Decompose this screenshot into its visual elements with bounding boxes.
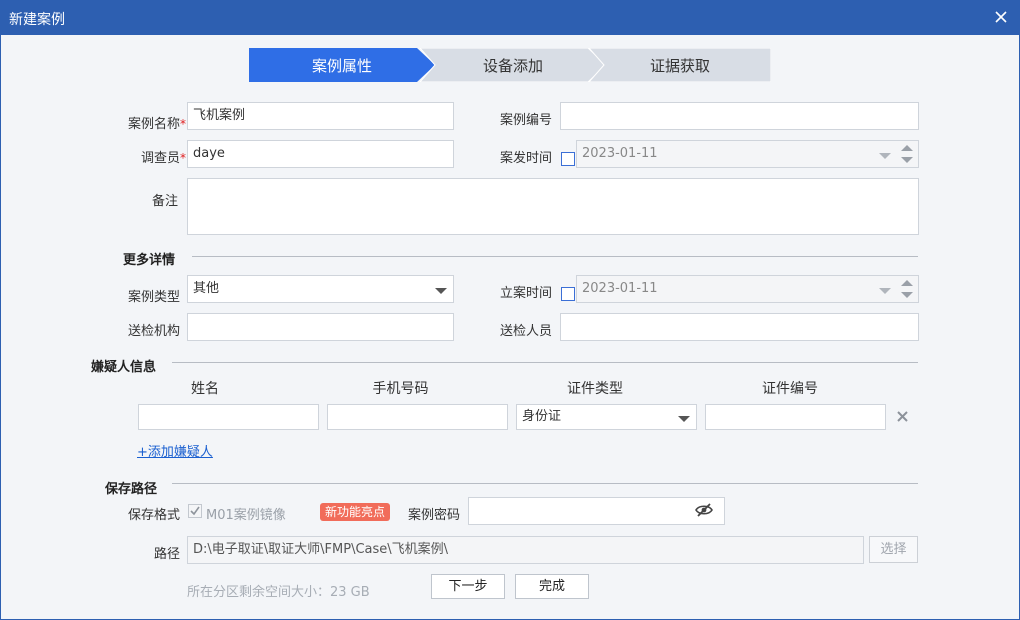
suspect-title: 嫌疑人信息 [91, 360, 157, 375]
required-mark: * [180, 151, 186, 165]
chevron-down-icon[interactable] [879, 288, 891, 294]
filing-time-value: 2023-01-11 [582, 281, 658, 296]
case-password-label: 案例密码 [407, 508, 460, 523]
submitter-label: 送检人员 [499, 324, 552, 339]
incident-time-label: 案发时间 [499, 151, 552, 166]
path-label: 路径 [153, 547, 180, 562]
suspect-id-type-select[interactable]: 身份证 [516, 404, 697, 430]
save-format-label: 保存格式 [127, 508, 180, 523]
title-bar: 新建案例 [0, 0, 1020, 35]
remark-textarea[interactable] [187, 178, 919, 235]
filing-time-label: 立案时间 [499, 286, 552, 301]
section-divider [172, 362, 918, 363]
required-mark: * [180, 117, 186, 131]
format-option-label: M01案例镜像 [206, 508, 286, 523]
submit-org-label: 送检机构 [127, 324, 180, 339]
case-type-value: 其他 [193, 281, 220, 296]
free-space-text: 所在分区剩余空间大小：23 GB [187, 585, 370, 600]
more-details-title: 更多详情 [123, 253, 176, 268]
save-path-title: 保存路径 [105, 482, 158, 497]
chevron-down-icon[interactable] [435, 288, 447, 294]
incident-time-checkbox[interactable] [561, 152, 575, 166]
id-type-value: 身份证 [522, 409, 562, 424]
chevron-down-icon[interactable] [879, 153, 891, 159]
suspect-phone-input[interactable] [327, 404, 508, 430]
case-password-input[interactable] [468, 497, 725, 525]
case-type-label: 案例类型 [127, 290, 180, 305]
case-type-select[interactable]: 其他 [187, 275, 454, 303]
close-icon[interactable] [994, 10, 1008, 24]
incident-time-picker[interactable]: 2023-01-11 [576, 140, 919, 168]
spin-down-icon[interactable] [901, 292, 913, 298]
col-name: 姓名 [191, 381, 219, 397]
window-title: 新建案例 [9, 12, 65, 28]
case-number-label: 案例编号 [499, 113, 552, 128]
step-label: 设备添加 [482, 56, 543, 75]
step-label: 证据获取 [649, 56, 710, 75]
section-divider [192, 256, 918, 257]
col-phone: 手机号码 [372, 381, 429, 397]
remark-label: 备注 [151, 194, 178, 209]
case-name-label: 案例名称* [127, 117, 186, 132]
step-label: 案例属性 [311, 56, 372, 75]
finish-button[interactable]: 完成 [515, 574, 589, 599]
investigator-label: 调查员* [140, 151, 186, 166]
submit-org-input[interactable] [187, 313, 454, 341]
case-number-input[interactable] [560, 102, 919, 130]
next-button[interactable]: 下一步 [431, 574, 505, 599]
new-feature-badge: 新功能亮点 [320, 503, 391, 521]
suspect-id-number-input[interactable] [705, 404, 886, 430]
remove-row-icon[interactable] [897, 411, 908, 422]
submitter-input[interactable] [560, 313, 919, 341]
path-input[interactable]: D:\电子取证\取证大师\FMP\Case\飞机案例\ [187, 536, 864, 564]
suspect-name-input[interactable] [138, 404, 319, 430]
col-id-number: 证件编号 [762, 381, 818, 397]
incident-time-value: 2023-01-11 [582, 146, 658, 161]
col-id-type: 证件类型 [567, 381, 623, 397]
checkmark-icon[interactable] [188, 504, 202, 518]
step-case-properties[interactable]: 案例属性 [249, 48, 435, 82]
spin-down-icon[interactable] [901, 157, 913, 163]
investigator-input[interactable]: daye [187, 140, 454, 168]
eye-off-icon[interactable] [695, 503, 713, 517]
filing-time-checkbox[interactable] [561, 287, 575, 301]
spin-up-icon[interactable] [901, 280, 913, 286]
spin-up-icon[interactable] [901, 145, 913, 151]
filing-time-picker[interactable]: 2023-01-11 [576, 275, 919, 303]
add-suspect-link[interactable]: +添加嫌疑人 [137, 441, 213, 460]
case-name-input[interactable]: 飞机案例 [187, 102, 454, 130]
step-evidence[interactable]: 证据获取 [589, 48, 771, 82]
chevron-down-icon[interactable] [678, 416, 690, 422]
step-add-device[interactable]: 设备添加 [420, 48, 606, 82]
browse-button[interactable]: 选择 [869, 536, 918, 563]
section-divider [172, 483, 918, 484]
